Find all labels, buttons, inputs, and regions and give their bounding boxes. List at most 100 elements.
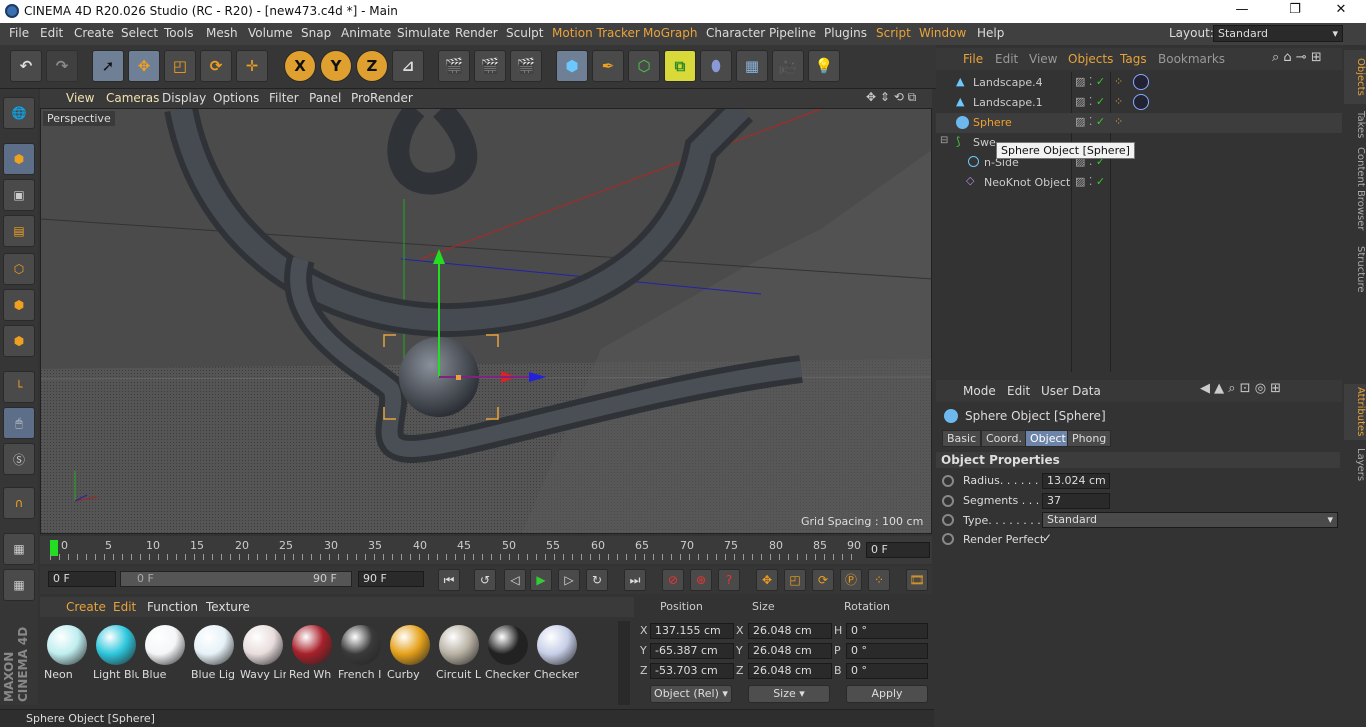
size-mode-dropdown[interactable]: Size ▾ (748, 685, 830, 703)
mat-menu-edit[interactable]: Edit (113, 600, 136, 614)
menu-motion-tracker[interactable]: Motion Tracker (552, 26, 640, 40)
material-swatch[interactable]: Blue Lig (191, 625, 237, 687)
segments-anim-icon[interactable] (942, 495, 954, 510)
attr-tab-phong[interactable]: Phong (1067, 430, 1112, 447)
menu-file[interactable]: File (9, 26, 29, 40)
size-field[interactable]: 26.048 cm (748, 643, 832, 659)
menu-character[interactable]: Character (706, 26, 765, 40)
model-mode-button[interactable]: ⬢ (3, 143, 35, 175)
key-parameter-button[interactable]: Ⓟ (840, 569, 862, 591)
workplane-mode-button[interactable]: ▤ (3, 215, 35, 247)
coordinate-system-button[interactable]: ⊿ (392, 50, 424, 82)
pen-spline-button[interactable]: ✒ (592, 50, 624, 82)
vp-menu-filter[interactable]: Filter (269, 91, 299, 105)
material-swatch[interactable]: Red Wh (289, 625, 335, 687)
go-to-start-button[interactable]: ⏮ (438, 569, 460, 591)
scale-tool-button[interactable]: ◰ (164, 50, 196, 82)
material-swatch[interactable]: Wavy Lir (240, 625, 286, 687)
size-field[interactable]: 26.048 cm (748, 623, 832, 639)
viewport-3d[interactable]: Perspective Grid Spacing : 100 cm (40, 108, 932, 534)
polygons-mode-button[interactable]: ⬢ (3, 325, 35, 357)
material-swatch[interactable]: Neon (44, 625, 90, 687)
material-scrollbar[interactable] (618, 621, 630, 705)
material-swatch[interactable]: French I (338, 625, 384, 687)
menu-create[interactable]: Create (74, 26, 114, 40)
attr-nav-icons[interactable]: ◀ ▲ ⌕ ⊡ ◎ ⊞ (1200, 381, 1281, 396)
layout-select[interactable]: Standard ▾ (1213, 25, 1343, 42)
obj-menu-tags[interactable]: Tags (1120, 52, 1147, 66)
mat-menu-function[interactable]: Function (147, 600, 198, 614)
previous-key-button[interactable]: ↺ (474, 569, 496, 591)
make-editable-button[interactable]: 🌐 (3, 97, 35, 129)
tab-attributes[interactable]: Attributes (1344, 384, 1366, 440)
position-field[interactable]: -65.387 cm (650, 643, 734, 659)
minimize-button[interactable]: — (1222, 2, 1262, 20)
segments-field[interactable]: 37 (1042, 493, 1110, 509)
attr-menu-mode[interactable]: Mode (963, 384, 996, 398)
obj-manager-nav-icons[interactable]: ⌕ ⌂ ⊸ ⊞ (1272, 50, 1322, 65)
size-field[interactable]: 26.048 cm (748, 663, 832, 679)
type-dropdown[interactable]: Standard ▾ (1042, 512, 1338, 528)
light-object-button[interactable]: 💡 (808, 50, 840, 82)
menu-snap[interactable]: Snap (301, 26, 331, 40)
attr-tab-object[interactable]: Object (1025, 430, 1071, 447)
attr-tab-coord[interactable]: Coord. (981, 430, 1027, 447)
render-picture-viewer-button[interactable]: 🎬 (474, 50, 506, 82)
key-position-button[interactable]: ✥ (756, 569, 778, 591)
frame-range-slider[interactable]: 0 F 90 F (120, 571, 352, 587)
vp-menu-display[interactable]: Display (162, 91, 206, 105)
material-swatch[interactable]: Light Blu (93, 625, 139, 687)
camera-object-button[interactable]: 🎥 (772, 50, 804, 82)
menu-mesh[interactable]: Mesh (206, 26, 238, 40)
tab-content-browser[interactable]: Content Browser (1344, 146, 1366, 232)
menu-pipeline[interactable]: Pipeline (769, 26, 816, 40)
radius-field[interactable]: 13.024 cm (1042, 473, 1110, 489)
obj-menu-bookmarks[interactable]: Bookmarks (1158, 52, 1225, 66)
undo-button[interactable]: ↶ (10, 50, 42, 82)
snap-button[interactable]: Ⓢ (3, 443, 35, 475)
obj-menu-edit[interactable]: Edit (995, 52, 1018, 66)
menu-tools[interactable]: Tools (164, 26, 194, 40)
visibility-icons[interactable]: ▨ ⁚ ✓ (1075, 95, 1105, 108)
autokey-button[interactable]: ⊛ (690, 569, 712, 591)
tweak-mode-button[interactable]: 🖱 (3, 407, 35, 439)
menu-help[interactable]: Help (977, 26, 1004, 40)
cloner-button[interactable]: ⧉ (664, 50, 696, 82)
attr-menu-edit[interactable]: Edit (1007, 384, 1030, 398)
visibility-icons[interactable]: ▨ ⁚ ✓ (1075, 115, 1105, 128)
z-axis-lock-button[interactable]: Z (356, 50, 388, 82)
transform-tool-button[interactable]: ✛ (236, 50, 268, 82)
render-perfect-anim-icon[interactable] (942, 533, 954, 548)
material-swatch[interactable]: Blue (142, 625, 188, 687)
object-row-neoknot[interactable]: ◇ NeoKnot Object ▨ ⁚ ✓ (936, 173, 1342, 193)
y-axis-lock-button[interactable]: Y (320, 50, 352, 82)
floor-object-button[interactable]: ▦ (736, 50, 768, 82)
redo-button[interactable]: ↷ (46, 50, 78, 82)
live-selection-button[interactable]: ➚ (92, 50, 124, 82)
object-row-sphere[interactable]: Sphere ▨ ⁚ ✓ ⁘ (936, 113, 1342, 133)
current-frame-field[interactable]: 0 F (866, 542, 930, 558)
timeline[interactable]: 0 5 10 15 20 25 30 35 40 45 50 55 60 65 … (40, 536, 932, 564)
material-tag-icon[interactable]: ⁘ (1114, 75, 1123, 88)
material-swatch[interactable]: Circuit L (436, 625, 482, 687)
texture-tag-icon[interactable] (1133, 94, 1149, 110)
coord-mode-dropdown[interactable]: Object (Rel) ▾ (650, 685, 732, 703)
edges-mode-button[interactable]: ⬢ (3, 289, 35, 321)
menu-plugins[interactable]: Plugins (824, 26, 867, 40)
timeline-ruler[interactable]: 0 5 10 15 20 25 30 35 40 45 50 55 60 65 … (50, 538, 861, 562)
render-view-button[interactable]: 🎬 (438, 50, 470, 82)
keyframe-selection-button[interactable]: ? (718, 569, 740, 591)
end-frame-field[interactable]: 90 F (358, 571, 424, 587)
viewport-nav-icons[interactable]: ✥ ⇕ ⟲ ⧉ (866, 90, 916, 105)
key-pla-button[interactable]: ⁘ (868, 569, 890, 591)
obj-menu-view[interactable]: View (1029, 52, 1057, 66)
menu-select[interactable]: Select (121, 26, 158, 40)
menu-volume[interactable]: Volume (248, 26, 293, 40)
material-swatch[interactable]: Curby (387, 625, 433, 687)
menu-animate[interactable]: Animate (341, 26, 391, 40)
subdivision-button[interactable]: ⬡ (628, 50, 660, 82)
magnet-button[interactable]: ∩ (3, 487, 35, 519)
mat-menu-create[interactable]: Create (66, 600, 106, 614)
workplane-lock-button[interactable]: ▦ (3, 533, 35, 565)
position-field[interactable]: 137.155 cm (650, 623, 734, 639)
